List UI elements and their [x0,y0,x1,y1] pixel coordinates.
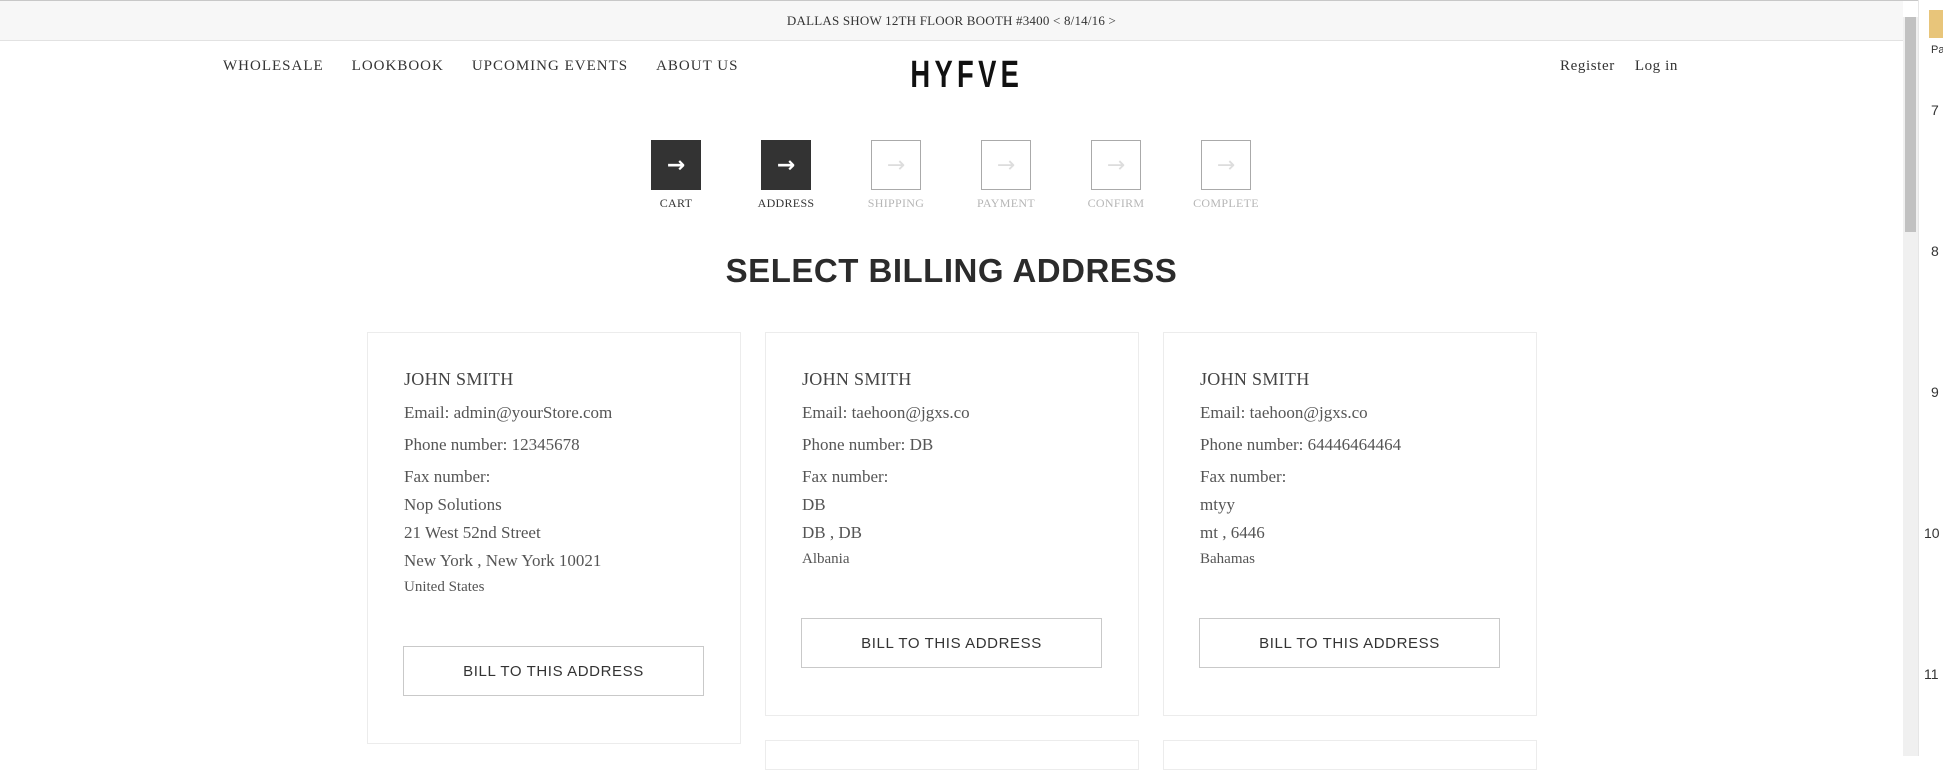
address-country: Bahamas [1200,551,1255,567]
address-name: JOHN SMITH [404,369,514,389]
account-nav: Register Log in [1560,58,1678,75]
checkout-progress: → CART → ADDRESS → SHIPPING → PAYMENT → … [0,140,1903,210]
step-label: PAYMENT [977,196,1035,210]
step-label: SHIPPING [867,196,925,210]
line-number: 11 [1924,666,1939,682]
address-card-partial [1163,740,1537,770]
announcement-bar[interactable]: DALLAS SHOW 12TH FLOOR BOOTH #3400 < 8/1… [0,1,1903,41]
step-address[interactable]: → ADDRESS [746,140,826,211]
address-city: mt , 6446 [1200,523,1265,542]
address-card: JOHN SMITH Email: taehoon@jgxs.co Phone … [1163,332,1537,716]
address-fax: Fax number: [1200,467,1287,486]
step-cart[interactable]: → CART [636,140,716,211]
address-city: DB , DB [802,523,862,542]
address-email: Email: taehoon@jgxs.co [1200,403,1368,422]
arrow-right-icon: → [1201,140,1251,190]
address-fax: Fax number: [802,467,889,486]
address-street: DB [802,495,826,514]
step-payment: → PAYMENT [966,140,1046,211]
site-logo[interactable]: HYFVE [910,54,1019,97]
arrow-right-icon: → [761,140,811,190]
nav-wholesale[interactable]: WHOLESALE [223,58,324,75]
address-phone: Phone number: 64446464464 [1200,435,1402,454]
register-link[interactable]: Register [1560,58,1615,75]
step-label: ADDRESS [757,196,815,210]
step-confirm: → CONFIRM [1076,140,1156,211]
address-card-partial [765,740,1139,770]
side-label: Pa [1931,44,1943,56]
address-phone: Phone number: DB [802,435,934,454]
step-shipping: → SHIPPING [856,140,936,211]
address-street: 21 West 52nd Street [404,523,541,542]
bill-to-address-button[interactable]: BILL TO THIS ADDRESS [403,646,704,696]
arrow-right-icon: → [981,140,1031,190]
address-company: Nop Solutions [404,495,502,514]
page-title: SELECT BILLING ADDRESS [725,252,1178,289]
bill-to-address-button[interactable]: BILL TO THIS ADDRESS [801,618,1102,668]
address-name: JOHN SMITH [1200,369,1310,389]
address-country: Albania [802,551,850,567]
line-number: 10 [1924,525,1940,541]
step-label: CART [659,196,693,210]
main-nav: WHOLESALE LOOKBOOK UPCOMING EVENTS ABOUT… [223,58,738,75]
address-phone: Phone number: 12345678 [404,435,580,454]
address-card: JOHN SMITH Email: taehoon@jgxs.co Phone … [765,332,1139,716]
address-street: mtyy [1200,495,1235,514]
scrollbar-thumb[interactable] [1905,17,1916,232]
step-label: CONFIRM [1087,196,1145,210]
step-complete: → COMPLETE [1186,140,1266,211]
side-panel-edge: Pa 7 8 9 10 11 [1918,0,1943,756]
address-fax: Fax number: [404,467,491,486]
arrow-right-icon: → [651,140,701,190]
announcement-text[interactable]: DALLAS SHOW 12TH FLOOR BOOTH #3400 < 8/1… [787,13,1116,29]
line-number: 8 [1931,243,1939,259]
address-city: New York , New York 10021 [404,551,602,570]
nav-upcoming-events[interactable]: UPCOMING EVENTS [472,58,628,75]
address-card: JOHN SMITH Email: admin@yourStore.com Ph… [367,332,741,744]
address-email: Email: admin@yourStore.com [404,403,613,422]
line-number: 7 [1931,102,1939,118]
step-label: COMPLETE [1193,196,1259,210]
login-link[interactable]: Log in [1635,58,1678,75]
line-number: 9 [1931,384,1939,400]
nav-about-us[interactable]: ABOUT US [656,58,738,75]
arrow-right-icon: → [1091,140,1141,190]
address-name: JOHN SMITH [802,369,912,389]
tab-marker [1929,10,1943,38]
address-country: United States [404,579,485,595]
address-email: Email: taehoon@jgxs.co [802,403,970,422]
bill-to-address-button[interactable]: BILL TO THIS ADDRESS [1199,618,1500,668]
arrow-right-icon: → [871,140,921,190]
nav-lookbook[interactable]: LOOKBOOK [352,58,444,75]
page-scrollbar[interactable] [1903,17,1918,756]
